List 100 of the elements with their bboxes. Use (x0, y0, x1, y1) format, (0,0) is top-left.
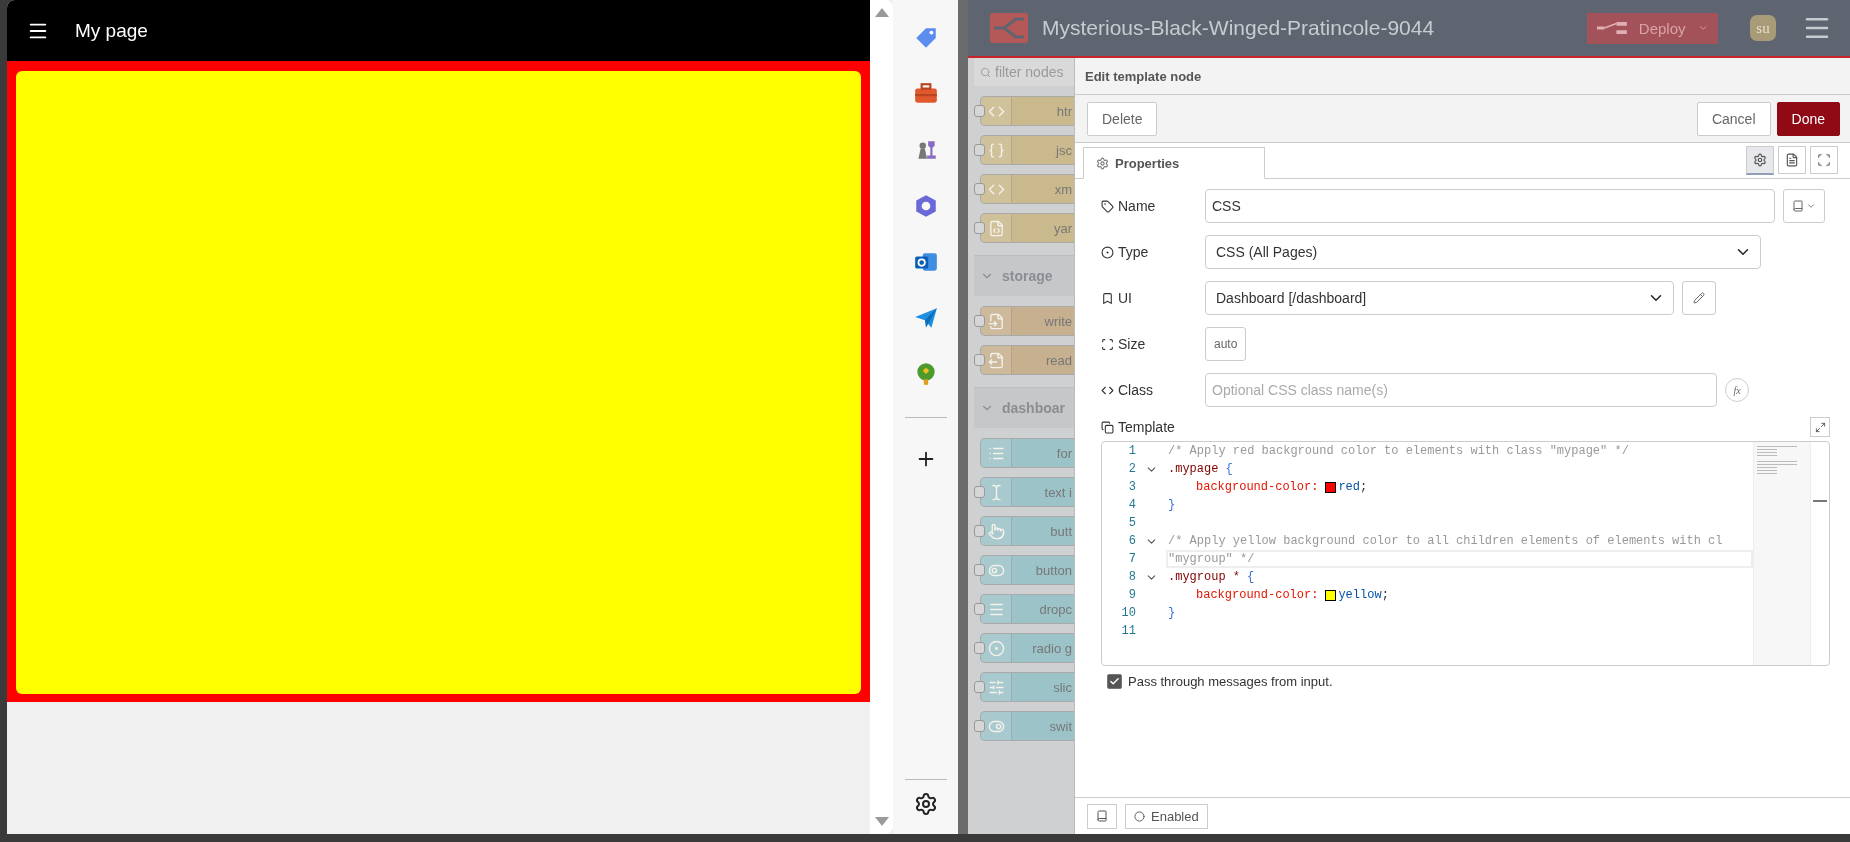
code-text: background-color: (1196, 588, 1319, 602)
code-text: /* Apply red background color to elements with class "mypage" */ (1168, 444, 1629, 458)
category-header[interactable]: storage (974, 255, 1074, 296)
page-title: My page (75, 19, 148, 42)
line-number: 3 (1127, 480, 1136, 494)
tag-icon (1101, 199, 1114, 213)
code-text: red (1338, 480, 1361, 494)
palette-node[interactable]: radio g (980, 633, 1074, 663)
scroll-thumb[interactable] (1813, 500, 1827, 502)
expand-icon (1814, 421, 1826, 433)
checkbox[interactable] (1107, 674, 1122, 689)
ui-select[interactable]: Dashboard [/dashboard] (1205, 281, 1674, 315)
document-icon (1785, 153, 1799, 167)
user-avatar[interactable]: su (1750, 15, 1776, 41)
deploy-icon (1597, 20, 1627, 36)
template-icon (1101, 420, 1114, 434)
line-number: 8 (1127, 570, 1136, 584)
field-label: Type (1118, 244, 1149, 260)
field-label: Template (1118, 419, 1175, 435)
deploy-button[interactable]: Deploy (1587, 12, 1718, 44)
radio-icon (987, 639, 1005, 657)
size-button[interactable]: auto (1205, 327, 1247, 361)
radio-icon (1101, 245, 1114, 259)
code-text: yellow (1338, 588, 1382, 602)
properties-tab[interactable]: Properties (1083, 147, 1265, 179)
frame-icon (1101, 337, 1114, 351)
file-out-icon (987, 351, 1005, 369)
line-number: 4 (1127, 498, 1136, 512)
caret-icon (1806, 201, 1816, 211)
color-swatch[interactable] (1325, 481, 1337, 493)
expression-button[interactable]: fx (1725, 378, 1749, 402)
line-number: 6 (1127, 534, 1136, 548)
code-text: background-color: (1196, 480, 1319, 494)
field-label: Name (1118, 198, 1156, 214)
palette-node[interactable]: read (980, 345, 1074, 375)
cancel-button[interactable]: Cancel (1696, 101, 1771, 136)
palette-node[interactable]: write (980, 306, 1074, 336)
code-text: ; (1360, 480, 1368, 494)
palette-node[interactable]: xm (980, 174, 1074, 204)
field-label: UI (1118, 290, 1132, 306)
checkbox-label: Pass through messages from input. (1128, 674, 1333, 689)
bookmark-icon (1101, 291, 1114, 305)
line-number: 5 (1127, 516, 1136, 530)
color-swatch[interactable] (1325, 589, 1337, 601)
book-icon (1792, 200, 1804, 212)
filter-field[interactable]: filter nodes (974, 58, 1074, 86)
line-number: 11 (1120, 624, 1136, 638)
line-number: 7 (1127, 552, 1136, 566)
code-text: .mygroup * (1168, 570, 1240, 584)
delete-button[interactable]: Delete (1087, 101, 1158, 136)
settings-icon (1753, 153, 1767, 167)
file-code-icon (987, 219, 1005, 237)
enabled-button[interactable]: Enabled (1125, 803, 1208, 829)
circle-icon (1134, 810, 1145, 822)
frame-icon (1817, 153, 1831, 167)
line-number: 9 (1127, 588, 1136, 602)
palette-node[interactable]: button (980, 555, 1074, 585)
palette-node[interactable]: jsc (980, 135, 1074, 165)
book-button[interactable] (1087, 803, 1117, 829)
line-number: 10 (1120, 606, 1136, 620)
palette-node[interactable]: butt (980, 516, 1074, 546)
class-field[interactable]: Optional CSS class name(s) (1205, 373, 1717, 407)
icon-tab[interactable] (1778, 146, 1806, 174)
code-text: { (1247, 570, 1255, 584)
logo-icon (990, 13, 1028, 43)
field-label: Class (1118, 382, 1153, 398)
name-field[interactable]: CSS (1205, 189, 1775, 223)
code-text: "mygroup" */ (1168, 552, 1255, 566)
palette-node[interactable]: for (980, 438, 1074, 468)
hand-pointer-icon (987, 522, 1005, 540)
pencil-icon (1693, 292, 1705, 304)
flow-title: Mysterious-Black-Winged-Pratincole-9044 (1042, 16, 1436, 40)
book-icon (1096, 810, 1108, 822)
tray-title: Edit template node (1075, 58, 1850, 95)
line-number: 1 (1127, 444, 1136, 458)
palette-node[interactable]: text i (980, 477, 1074, 507)
category-header[interactable]: dashboar (974, 387, 1074, 428)
code-text: ; (1381, 588, 1389, 602)
done-button[interactable]: Done (1776, 101, 1840, 136)
palette-node[interactable]: swit (980, 711, 1074, 741)
code-text: .mypage (1168, 462, 1219, 476)
palette-node[interactable]: slic (980, 672, 1074, 702)
settings-icon[interactable] (913, 792, 938, 816)
expand-button[interactable] (1810, 417, 1830, 437)
palette-node[interactable]: dropc (980, 594, 1074, 624)
code-text: { (1225, 462, 1233, 476)
code-text: } (1168, 606, 1176, 620)
palette-node[interactable]: htr (980, 96, 1074, 126)
type-select[interactable]: CSS (All Pages) (1205, 235, 1761, 269)
braces-icon (987, 141, 1005, 159)
file-in-icon (987, 312, 1005, 330)
settings-icon (1096, 156, 1109, 170)
field-label: Size (1118, 336, 1146, 352)
icon-tab[interactable] (1810, 146, 1838, 174)
palette-node[interactable]: yar (980, 213, 1074, 243)
sliders-icon (987, 678, 1005, 696)
icon-tab[interactable] (1746, 146, 1774, 175)
line-number: 2 (1127, 462, 1136, 476)
search-icon (980, 66, 991, 78)
check-icon (1109, 676, 1120, 687)
